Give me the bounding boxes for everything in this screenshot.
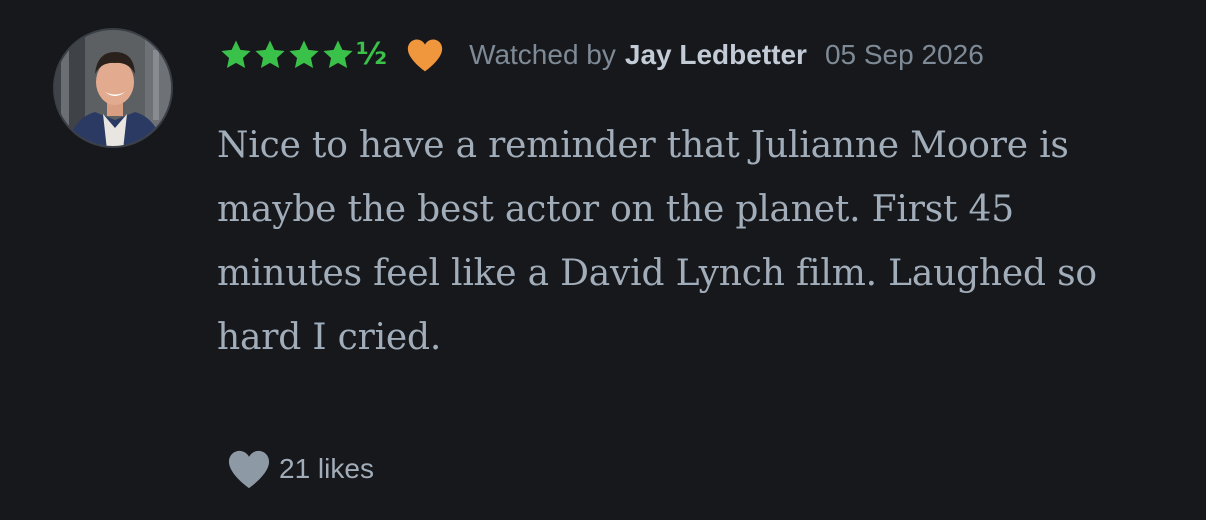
likes-count: 21 likes	[279, 453, 374, 484]
review-text: Nice to have a reminder that Julianne Mo…	[217, 125, 1097, 358]
star-icon	[255, 40, 285, 69]
review-meta-row: ½ Watched by Jay Ledbetter 05 Sep 2026	[219, 33, 984, 77]
reviewer-username-link[interactable]: Jay Ledbetter	[625, 39, 807, 71]
heart-icon	[407, 39, 443, 72]
star-icon	[289, 40, 319, 69]
star-icon	[323, 40, 353, 69]
reviewer-avatar[interactable]	[53, 28, 173, 148]
like-review-button[interactable]: 21 likes	[225, 448, 374, 490]
star-icon	[221, 40, 251, 69]
avatar-photo	[55, 30, 171, 146]
review-date[interactable]: 05 Sep 2026	[825, 39, 984, 71]
half-star-glyph: ½	[356, 37, 388, 72]
heart-icon[interactable]	[225, 448, 273, 490]
watched-by-label: Watched by	[469, 39, 616, 70]
rating-stars: ½	[219, 38, 387, 72]
